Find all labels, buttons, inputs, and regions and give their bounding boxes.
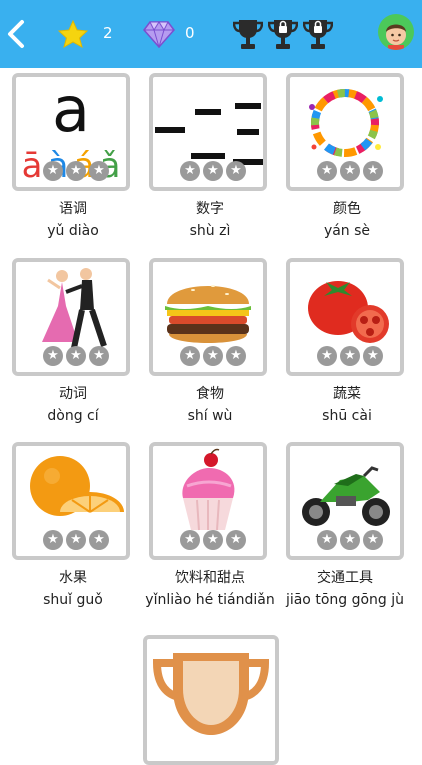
star-icon (58, 20, 88, 48)
avatar[interactable] (378, 14, 414, 50)
star-icon: ★ (317, 161, 337, 181)
category-card-fruits[interactable]: ★ ★ ★ (12, 442, 130, 560)
star-icon: ★ (363, 161, 383, 181)
star-icon: ★ (340, 161, 360, 181)
star-icon: ★ (226, 346, 246, 366)
star-icon: ★ (203, 161, 223, 181)
category-label-vegetables: 蔬菜 shū cài (272, 385, 422, 426)
svg-text:a: a (52, 77, 90, 146)
star-rating: ★ ★ ★ (43, 530, 109, 550)
trophy-card[interactable] (143, 635, 279, 765)
star-rating: ★ ★ ★ (43, 346, 109, 366)
category-pinyin: shí wù (187, 408, 233, 424)
category-card-food[interactable]: ★ ★ ★ (149, 258, 267, 376)
star-icon: ★ (340, 346, 360, 366)
star-icon: ★ (317, 530, 337, 550)
category-card-colors[interactable]: ★ ★ ★ (286, 73, 404, 191)
category-title: 颜色 (333, 201, 361, 217)
category-pinyin: shù zì (189, 223, 231, 239)
diamond-icon (143, 21, 175, 48)
star-rating: ★ ★ ★ (180, 161, 246, 181)
star-icon: ★ (363, 346, 383, 366)
star-icon: ★ (203, 530, 223, 550)
star-icon: ★ (89, 346, 109, 366)
star-icon: ★ (340, 530, 360, 550)
category-pinyin: shuǐ guǒ (43, 592, 103, 608)
category-title: 语调 (59, 201, 87, 217)
star-icon: ★ (66, 530, 86, 550)
star-icon: ★ (180, 346, 200, 366)
category-card-vegetables[interactable]: ★ ★ ★ (286, 258, 404, 376)
category-label-drinks-desserts: 饮料和甜点 yǐnliào hé tiándiǎn (135, 569, 285, 610)
star-icon: ★ (43, 346, 63, 366)
top-bar: 2 0 (0, 0, 422, 68)
category-title: 交通工具 (317, 570, 373, 586)
category-title: 饮料和甜点 (175, 570, 245, 586)
star-rating: ★ ★ ★ (180, 530, 246, 550)
category-pinyin: yǐnliào hé tiándiǎn (145, 592, 275, 608)
category-label-verbs: 动词 dòng cí (0, 385, 148, 426)
category-title: 蔬菜 (333, 386, 361, 402)
star-rating: ★ ★ ★ (317, 346, 383, 366)
category-title: 动词 (59, 386, 87, 402)
category-card-verbs[interactable]: ★ ★ ★ (12, 258, 130, 376)
star-icon: ★ (89, 530, 109, 550)
back-arrow-icon[interactable] (4, 18, 28, 50)
star-count: 2 (103, 24, 113, 42)
star-icon: ★ (226, 530, 246, 550)
star-icon: ★ (363, 530, 383, 550)
locked-trophy-icon[interactable] (233, 17, 263, 51)
star-icon: ★ (66, 161, 86, 181)
star-icon: ★ (43, 530, 63, 550)
category-pinyin: dòng cí (47, 408, 99, 424)
category-pinyin: shū cài (322, 408, 372, 424)
category-label-transport: 交通工具 jiāo tōng gōng jù (270, 569, 420, 610)
category-card-drinks-desserts[interactable]: ★ ★ ★ (149, 442, 267, 560)
star-icon: ★ (43, 161, 63, 181)
star-rating: ★ ★ ★ (317, 530, 383, 550)
category-label-food: 食物 shí wù (135, 385, 285, 426)
gem-count: 0 (185, 24, 195, 42)
star-icon: ★ (89, 161, 109, 181)
star-icon: ★ (180, 161, 200, 181)
boy-face-icon (386, 24, 406, 50)
star-icon: ★ (203, 346, 223, 366)
star-icon: ★ (180, 530, 200, 550)
star-icon: ★ (317, 346, 337, 366)
star-icon: ★ (66, 346, 86, 366)
category-card-numbers[interactable]: ★ ★ ★ (149, 73, 267, 191)
star-rating: ★ ★ ★ (317, 161, 383, 181)
category-title: 食物 (196, 386, 224, 402)
star-rating: ★ ★ ★ (180, 346, 246, 366)
category-card-transport[interactable]: ★ ★ ★ (286, 442, 404, 560)
category-pinyin: jiāo tōng gōng jù (285, 592, 405, 608)
category-label-tones: 语调 yǔ diào (0, 200, 148, 241)
locked-trophy-icon[interactable] (268, 17, 298, 51)
category-label-fruits: 水果 shuǐ guǒ (0, 569, 148, 610)
category-label-colors: 颜色 yán sè (272, 200, 422, 241)
locked-trophy-icon[interactable] (303, 17, 333, 51)
bronze-trophy-icon (152, 653, 270, 735)
star-rating: ★ ★ ★ (43, 161, 109, 181)
svg-text:ā: ā (22, 146, 43, 186)
star-icon: ★ (226, 161, 246, 181)
category-pinyin: yán sè (323, 223, 371, 239)
category-title: 水果 (59, 570, 87, 586)
category-pinyin: yǔ diào (47, 223, 99, 239)
category-card-tones[interactable]: a ā à á ǎ ★ ★ ★ (12, 73, 130, 191)
category-label-numbers: 数字 shù zì (135, 200, 285, 241)
category-title: 数字 (196, 201, 224, 217)
